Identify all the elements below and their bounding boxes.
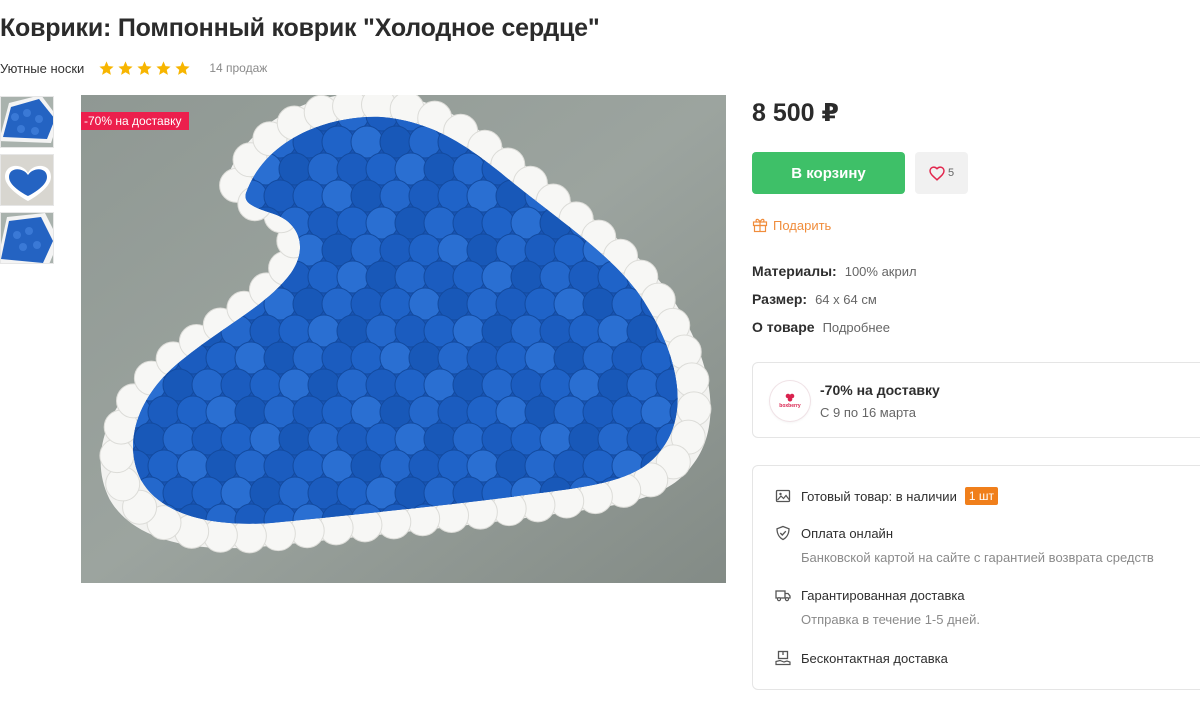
shop-link[interactable]: Уютные носки (0, 61, 84, 76)
favorite-button[interactable]: 5 (915, 152, 968, 194)
image-icon (775, 489, 791, 503)
delivery-promo-title: -70% на доставку (820, 382, 940, 398)
contactless-label: Бесконтактная доставка (801, 650, 948, 666)
thumbnail[interactable] (0, 212, 54, 264)
more-details-link[interactable]: Подробнее (823, 320, 890, 335)
stock-qty-badge: 1 шт (964, 487, 998, 505)
attribute-size: Размер: 64 х 64 см (752, 291, 877, 307)
shield-check-icon (776, 525, 790, 541)
star-icon (137, 60, 152, 75)
gift-label: Подарить (773, 217, 832, 233)
rating-stars (98, 60, 191, 77)
boxberry-logo: boxberry (770, 381, 810, 421)
attribute-key: Материалы: (752, 263, 837, 279)
shipping-subtitle: Отправка в течение 1-5 дней. (801, 612, 980, 627)
truck-icon (775, 590, 791, 602)
attribute-key: Размер: (752, 291, 808, 307)
product-title: Коврики: Помпонный коврик "Холодное серд… (0, 14, 600, 42)
promo-badge: -70% на доставку (81, 112, 190, 130)
thumbnail-list (0, 96, 54, 270)
payment-title: Оплата онлайн (801, 525, 893, 541)
gift-link[interactable]: Подарить (752, 217, 831, 233)
product-meta: Уютные носки 14 продаж (0, 58, 267, 78)
thumbnail[interactable] (0, 154, 54, 206)
attribute-materials: Материалы: 100% акрил (752, 263, 917, 279)
contactless-row: Бесконтактная доставка (775, 650, 948, 666)
shipping-title: Гарантированная доставка (801, 587, 965, 603)
berry-icon (785, 393, 795, 402)
add-to-cart-button[interactable]: В корзину (752, 152, 905, 194)
attribute-about: О товаре Подробнее (752, 319, 890, 335)
star-icon (118, 60, 133, 75)
delivery-promo-dates: С 9 по 16 марта (820, 405, 916, 420)
star-icon (156, 60, 171, 75)
main-product-photo[interactable]: -70% на доставку (81, 95, 726, 583)
logo-text: boxberry (779, 403, 801, 409)
payment-row: Оплата онлайн (775, 525, 893, 541)
star-icon (175, 60, 190, 75)
thumbnail[interactable] (0, 96, 54, 148)
attribute-value: 100% акрил (844, 264, 917, 279)
payment-subtitle: Банковской картой на сайте с гарантией в… (801, 550, 1154, 565)
heart-icon (929, 165, 945, 181)
favorites-count: 5 (947, 167, 955, 179)
sales-count: 14 продаж (209, 61, 268, 75)
stock-row: Готовый товар: в наличии 1 шт (775, 487, 998, 505)
product-image (81, 95, 726, 583)
attribute-value: 64 х 64 см (815, 292, 877, 307)
price: 8 500 ₽ (752, 99, 839, 127)
shipping-row: Гарантированная доставка (775, 587, 965, 603)
product-info-card: Готовый товар: в наличии 1 шт Оплата онл… (752, 465, 1200, 690)
delivery-promo-card: boxberry -70% на доставку С 9 по 16 март… (752, 362, 1200, 438)
star-icon (99, 60, 114, 75)
gift-icon (752, 218, 768, 233)
attribute-key: О товаре (752, 319, 815, 335)
stock-label: Готовый товар: в наличии (801, 488, 957, 504)
package-hand-icon (775, 650, 791, 666)
